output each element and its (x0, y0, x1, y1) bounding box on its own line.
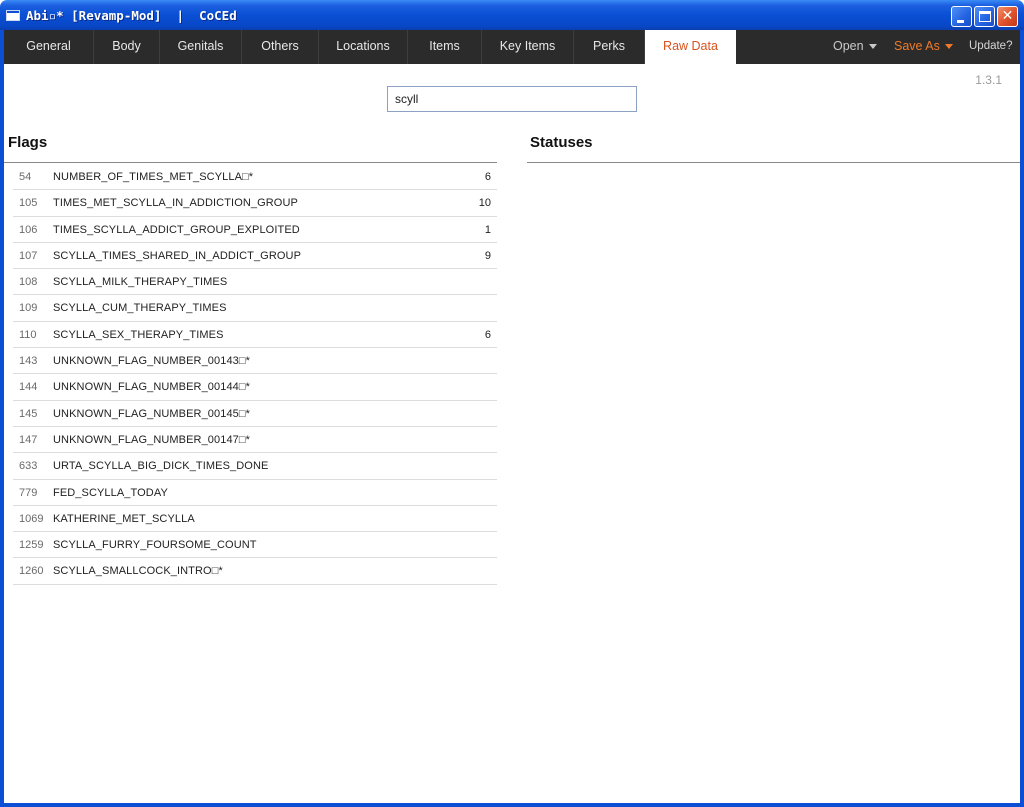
flag-name: SCYLLA_SEX_THERAPY_TIMES (53, 328, 224, 341)
save-as-menu-label: Save As (894, 39, 940, 53)
flag-row[interactable]: 1260 SCYLLA_SMALLCOCK_INTRO□* (13, 558, 497, 585)
flags-heading: Flags (8, 134, 48, 151)
close-icon: ✕ (1001, 8, 1014, 24)
search-input[interactable] (387, 86, 637, 112)
flag-id: 105 (19, 197, 38, 210)
flag-row[interactable]: 54 NUMBER_OF_TIMES_MET_SCYLLA□* 6 (13, 164, 497, 191)
tab-body[interactable]: Body (94, 30, 160, 64)
flag-id: 110 (19, 328, 37, 341)
flag-id: 779 (19, 486, 38, 499)
statuses-heading: Statuses (530, 134, 593, 151)
statuses-divider (527, 162, 1020, 163)
flag-row[interactable]: 147 UNKNOWN_FLAG_NUMBER_00147□* (13, 427, 497, 454)
flag-row[interactable]: 143 UNKNOWN_FLAG_NUMBER_00143□* (13, 348, 497, 375)
flag-name: NUMBER_OF_TIMES_MET_SCYLLA□* (53, 171, 254, 183)
minimize-icon (957, 20, 964, 23)
open-menu[interactable]: Open (833, 30, 877, 64)
flag-name: KATHERINE_MET_SCYLLA (53, 512, 195, 525)
app-window-icon[interactable] (6, 10, 20, 21)
flag-row[interactable]: 633 URTA_SCYLLA_BIG_DICK_TIMES_DONE (13, 453, 497, 480)
flags-list: 54 NUMBER_OF_TIMES_MET_SCYLLA□* 6 105 TIMES_… (13, 164, 497, 585)
flag-name: SCYLLA_TIMES_SHARED_IN_ADDICT_GROUP (53, 249, 302, 262)
tab-key-items[interactable]: Key Items (482, 30, 574, 64)
flag-value[interactable]: 6 (485, 329, 491, 341)
flag-name: TIMES_SCYLLA_ADDICT_GROUP_EXPLOITED (53, 223, 300, 236)
flags-divider (4, 162, 497, 163)
flag-id: 145 (19, 407, 38, 420)
flag-row[interactable]: 108 SCYLLA_MILK_THERAPY_TIMES (13, 269, 497, 296)
flag-row[interactable]: 105 TIMES_MET_SCYLLA_IN_ADDICTION_GROUP 10 (13, 190, 497, 217)
chevron-down-icon (944, 44, 953, 50)
update-link[interactable]: Update? (969, 30, 1012, 64)
flag-id: 147 (19, 433, 38, 446)
flag-name: UNKNOWN_FLAG_NUMBER_00143□* (53, 355, 251, 368)
statuses-list (527, 164, 1020, 764)
flag-name: FED_SCYLLA_TODAY (53, 486, 168, 499)
flag-id: 633 (19, 460, 38, 473)
maximize-button[interactable] (974, 6, 995, 27)
flag-value[interactable]: 6 (485, 171, 491, 183)
tab-genitals[interactable]: Genitals (160, 30, 242, 64)
chevron-down-icon (868, 44, 877, 50)
minimize-button[interactable] (951, 6, 972, 27)
flag-id: 143 (19, 355, 38, 368)
close-button[interactable]: ✕ (997, 6, 1018, 27)
main-tab-bar: General Body Genitals Others Locations I… (4, 30, 1020, 64)
maximize-icon (979, 11, 991, 22)
flag-name: UNKNOWN_FLAG_NUMBER_00144□* (53, 381, 251, 394)
flag-row[interactable]: 144 UNKNOWN_FLAG_NUMBER_00144□* (13, 374, 497, 401)
flag-id: 1259 (19, 539, 44, 552)
version-label: 1.3.1 (975, 73, 1002, 87)
tab-general[interactable]: General (4, 30, 94, 64)
flag-row[interactable]: 145 UNKNOWN_FLAG_NUMBER_00145□* (13, 401, 497, 427)
flag-row[interactable]: 106 TIMES_SCYLLA_ADDICT_GROUP_EXPLOITED 1 (13, 217, 497, 243)
flag-id: 1260 (19, 565, 44, 578)
flag-name: SCYLLA_FURRY_FOURSOME_COUNT (53, 539, 257, 552)
window-frame-right (1020, 30, 1024, 807)
window-title-bar[interactable]: Abi▫* [Revamp-Mod] | CoCEd ✕ (0, 0, 1024, 30)
flag-value[interactable]: 10 (479, 197, 491, 209)
open-menu-label: Open (833, 39, 864, 53)
tab-locations[interactable]: Locations (319, 30, 408, 64)
window-frame-bottom (0, 803, 1024, 807)
flag-row[interactable]: 109 SCYLLA_CUM_THERAPY_TIMES (13, 295, 497, 322)
flag-id: 144 (19, 381, 38, 394)
tab-items[interactable]: Items (408, 30, 482, 64)
window-title: Abi▫* [Revamp-Mod] | CoCEd (26, 8, 237, 23)
window-frame-left (0, 30, 4, 807)
flag-row[interactable]: 1259 SCYLLA_FURRY_FOURSOME_COUNT (13, 532, 497, 559)
flag-value[interactable]: 9 (485, 250, 491, 262)
flag-row[interactable]: 1069 KATHERINE_MET_SCYLLA (13, 506, 497, 533)
tab-others[interactable]: Others (242, 30, 319, 64)
flag-name: SCYLLA_MILK_THERAPY_TIMES (53, 276, 228, 289)
flag-id: 109 (19, 302, 38, 315)
flag-name: SCYLLA_CUM_THERAPY_TIMES (53, 302, 227, 315)
flag-row[interactable]: 779 FED_SCYLLA_TODAY (13, 480, 497, 506)
flag-row[interactable]: 110 SCYLLA_SEX_THERAPY_TIMES 6 (13, 322, 497, 349)
flag-name: TIMES_MET_SCYLLA_IN_ADDICTION_GROUP (53, 197, 298, 210)
flag-name: UNKNOWN_FLAG_NUMBER_00145□* (53, 407, 251, 420)
flag-id: 106 (19, 223, 38, 236)
flag-id: 1069 (19, 512, 44, 525)
tab-raw-data[interactable]: Raw Data (645, 30, 736, 64)
flag-name: UNKNOWN_FLAG_NUMBER_00147□* (53, 433, 251, 446)
save-as-menu[interactable]: Save As (894, 30, 953, 64)
flag-id: 107 (19, 249, 38, 262)
flag-name: SCYLLA_SMALLCOCK_INTRO□* (53, 565, 223, 578)
flag-name: URTA_SCYLLA_BIG_DICK_TIMES_DONE (53, 460, 269, 473)
tab-perks[interactable]: Perks (574, 30, 645, 64)
flag-id: 108 (19, 276, 38, 289)
flag-id: 54 (19, 171, 32, 183)
flag-value[interactable]: 1 (485, 224, 491, 236)
flag-row[interactable]: 107 SCYLLA_TIMES_SHARED_IN_ADDICT_GROUP 9 (13, 243, 497, 270)
